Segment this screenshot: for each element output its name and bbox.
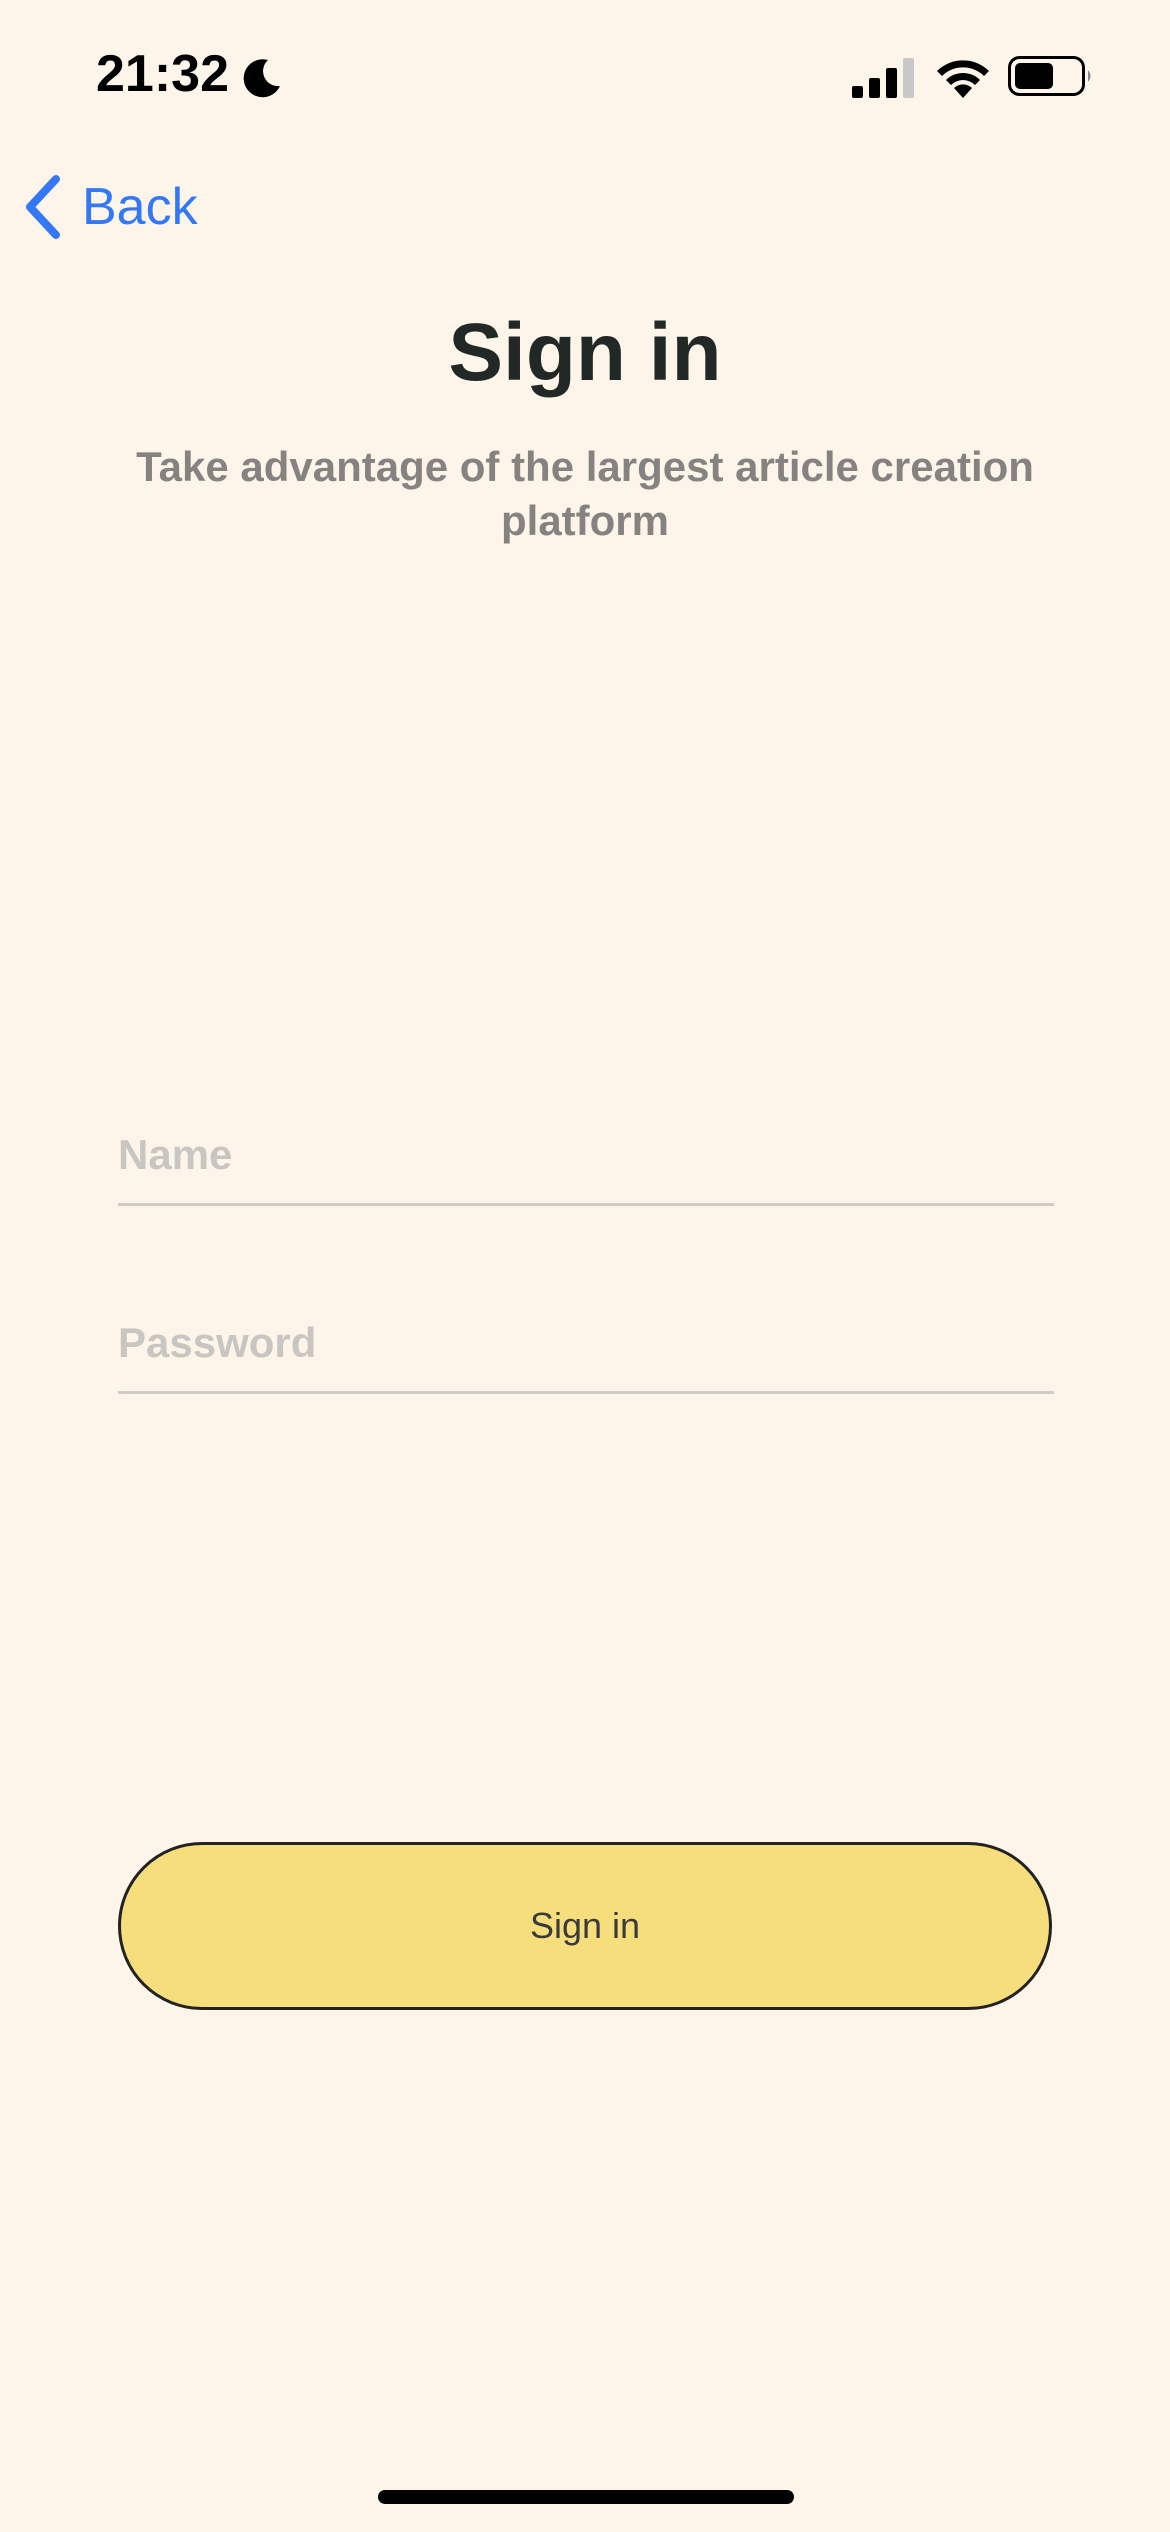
cellular-signal-icon: [852, 58, 914, 98]
page-title: Sign in: [448, 307, 722, 398]
wifi-icon: [937, 60, 989, 98]
password-input[interactable]: [118, 1294, 1054, 1394]
chevron-left-icon: [26, 175, 60, 239]
back-button[interactable]: Back: [22, 172, 198, 242]
sign-in-button-label: Sign in: [529, 1905, 641, 1946]
page-subtitle: Take advantage of the largest article cr…: [136, 443, 1034, 544]
moon-icon: [243, 59, 280, 98]
battery-icon: [1008, 56, 1091, 96]
name-input[interactable]: [118, 1106, 1054, 1206]
sign-in-button[interactable]: Sign in: [118, 1842, 1052, 2010]
status-bar: 21:32: [0, 0, 1170, 150]
status-time: 21:32: [96, 45, 229, 103]
back-label: Back: [82, 178, 198, 236]
home-indicator: [378, 2490, 794, 2504]
